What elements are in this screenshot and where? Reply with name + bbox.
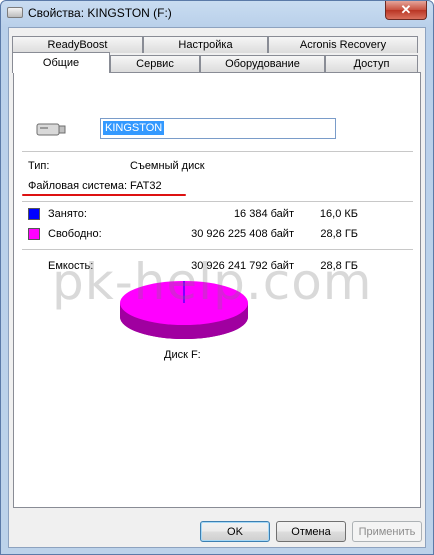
usb-drive-icon	[36, 123, 66, 136]
free-label: Свободно:	[48, 228, 102, 240]
type-value: Съемный диск	[130, 160, 205, 172]
volume-name-input[interactable]: KINGSTON	[100, 118, 336, 139]
tab-readyboost[interactable]: ReadyBoost	[12, 36, 143, 53]
free-size: 28,8 ГБ	[320, 228, 358, 240]
used-label: Занято:	[48, 208, 87, 220]
tab-general[interactable]: Общие	[12, 52, 110, 73]
free-bytes: 30 926 225 408 байт	[191, 228, 294, 240]
close-button[interactable]: ✕	[385, 1, 427, 20]
ok-button[interactable]: OK	[200, 521, 270, 542]
cancel-button[interactable]: Отмена	[276, 521, 346, 542]
filesystem-label: Файловая система:	[28, 180, 128, 192]
title-bar[interactable]: Свойства: KINGSTON (F:) ✕	[1, 1, 433, 27]
window-title: Свойства: KINGSTON (F:)	[28, 6, 172, 20]
used-bytes: 16 384 байт	[233, 208, 294, 220]
tab-settings[interactable]: Настройка	[143, 36, 268, 53]
dialog-client: ReadyBoost Настройка Acronis Recovery Об…	[8, 27, 426, 548]
divider	[22, 151, 413, 152]
general-tab-panel: KINGSTON Тип: Съемный диск Файловая сист…	[13, 72, 421, 508]
type-label: Тип:	[28, 160, 50, 172]
filesystem-value: FAT32	[130, 180, 162, 192]
apply-button[interactable]: Применить	[352, 521, 422, 542]
close-icon: ✕	[400, 2, 412, 17]
watermark-text: pk-help.com	[52, 253, 373, 311]
used-space-swatch	[28, 208, 40, 220]
tab-acronis-recovery[interactable]: Acronis Recovery	[268, 36, 418, 53]
free-space-swatch	[28, 228, 40, 240]
disk-label: Диск F:	[164, 349, 201, 361]
tab-sharing[interactable]: Доступ	[325, 55, 418, 72]
tab-hardware[interactable]: Оборудование	[200, 55, 325, 72]
tab-service[interactable]: Сервис	[110, 55, 200, 72]
filesystem-highlight-underline	[22, 194, 186, 196]
volume-name-value: KINGSTON	[103, 121, 165, 135]
divider	[22, 249, 413, 250]
properties-window: Свойства: KINGSTON (F:) ✕ ReadyBoost Нас…	[0, 0, 434, 555]
divider	[22, 201, 413, 202]
used-size: 16,0 КБ	[319, 208, 358, 220]
drive-icon	[7, 7, 23, 18]
